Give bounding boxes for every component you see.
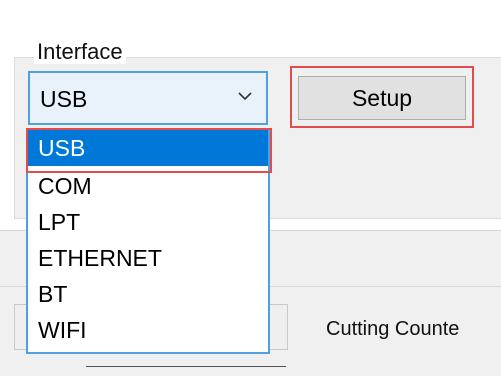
dropdown-option-wifi[interactable]: WIFI — [28, 312, 268, 348]
interface-combobox[interactable]: USB — [28, 71, 268, 125]
chevron-down-icon[interactable] — [236, 87, 254, 105]
interface-group-label: Interface — [34, 40, 126, 64]
dropdown-option-com[interactable]: COM — [28, 168, 268, 204]
setup-button[interactable]: Setup — [298, 76, 466, 120]
dropdown-option-ethernet[interactable]: ETHERNET — [28, 240, 268, 276]
dropdown-option-lpt[interactable]: LPT — [28, 204, 268, 240]
selected-option-highlight-frame — [26, 128, 272, 173]
interface-selected-value: USB — [40, 86, 88, 112]
bottom-divider — [86, 366, 286, 367]
cutting-counter-label: Cutting Counte — [326, 318, 460, 340]
dropdown-option-bt[interactable]: BT — [28, 276, 268, 312]
